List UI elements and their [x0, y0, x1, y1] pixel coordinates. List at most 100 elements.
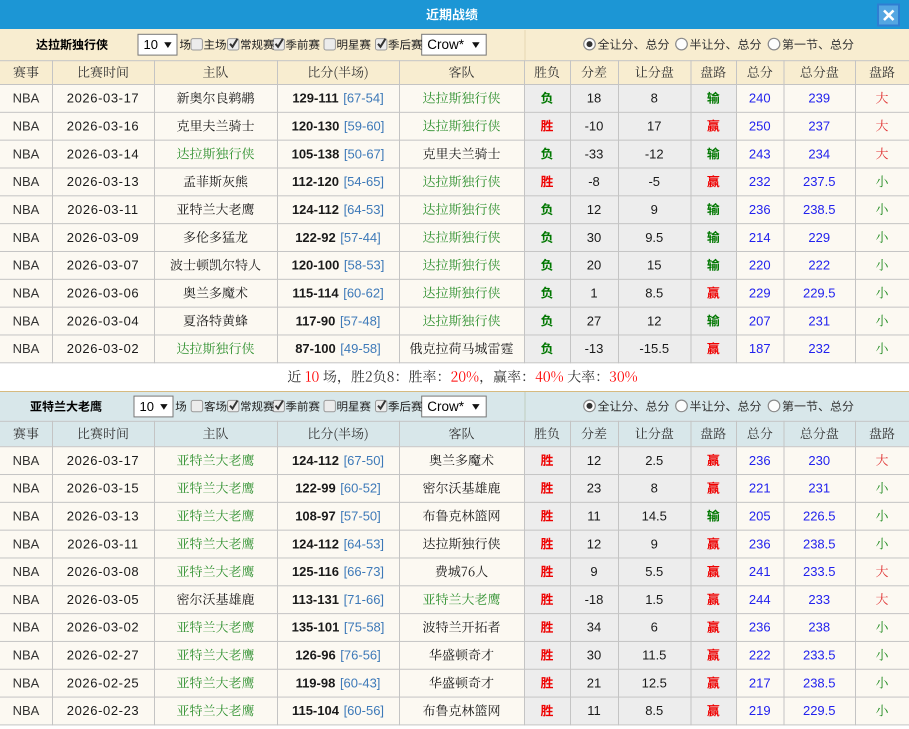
svg-text:23: 23 [587, 481, 601, 496]
svg-text:120-130 [59-60]: 120-130 [59-60] [292, 118, 385, 133]
svg-text:8: 8 [651, 91, 658, 106]
svg-text:222: 222 [808, 258, 830, 273]
svg-text:21: 21 [587, 675, 601, 690]
svg-text:2.5: 2.5 [645, 453, 663, 468]
svg-text:221: 221 [749, 481, 771, 496]
svg-text:9.5: 9.5 [645, 230, 663, 245]
svg-text:NBA: NBA [13, 620, 40, 635]
svg-text:229: 229 [808, 230, 830, 245]
svg-text:113-131 [71-66]: 113-131 [71-66] [292, 592, 384, 607]
svg-text:220: 220 [749, 258, 771, 273]
svg-text:NBA: NBA [13, 174, 40, 189]
svg-text:-5: -5 [648, 174, 660, 189]
svg-text:238.5: 238.5 [803, 202, 836, 217]
svg-text:238: 238 [808, 620, 830, 635]
svg-text:2026-03-11: 2026-03-11 [67, 202, 139, 217]
svg-text:NBA: NBA [13, 508, 40, 523]
svg-text:120-100 [58-53]: 120-100 [58-53] [292, 258, 385, 273]
svg-text:15: 15 [647, 258, 661, 273]
svg-text:205: 205 [749, 508, 771, 523]
svg-text:30: 30 [587, 648, 601, 663]
svg-text:NBA: NBA [13, 118, 40, 133]
svg-text:14.5: 14.5 [642, 508, 667, 523]
svg-text:233.5: 233.5 [803, 648, 836, 663]
svg-text:108-97 [57-50]: 108-97 [57-50] [295, 508, 381, 523]
svg-text:117-90 [57-48]: 117-90 [57-48] [296, 313, 381, 328]
svg-text:1: 1 [590, 285, 597, 300]
svg-text:238.5: 238.5 [803, 536, 836, 551]
svg-text:-18: -18 [585, 592, 604, 607]
svg-text:6: 6 [651, 620, 658, 635]
svg-text:NBA: NBA [13, 285, 40, 300]
svg-text:237.5: 237.5 [803, 174, 836, 189]
svg-text:9: 9 [651, 536, 658, 551]
svg-text:NBA: NBA [13, 258, 40, 273]
svg-text:234: 234 [808, 146, 830, 161]
svg-text:2026-03-11: 2026-03-11 [67, 536, 139, 551]
svg-text:229: 229 [749, 285, 771, 300]
svg-text:222: 222 [749, 648, 771, 663]
svg-text:241: 241 [749, 564, 771, 579]
svg-text:8.5: 8.5 [645, 703, 663, 718]
svg-text:231: 231 [808, 481, 830, 496]
svg-text:124-112 [67-50]: 124-112 [67-50] [292, 453, 384, 468]
svg-text:2026-03-17: 2026-03-17 [67, 91, 140, 106]
svg-text:2026-03-15: 2026-03-15 [67, 481, 140, 496]
svg-text:12: 12 [587, 536, 601, 551]
svg-text:87-100 [49-58]: 87-100 [49-58] [295, 341, 381, 356]
svg-text:9: 9 [651, 202, 658, 217]
svg-text:20: 20 [587, 258, 601, 273]
svg-text:NBA: NBA [13, 564, 40, 579]
svg-text:250: 250 [749, 118, 771, 133]
svg-text:2026-03-17: 2026-03-17 [67, 453, 140, 468]
svg-text:2026-03-08: 2026-03-08 [67, 564, 140, 579]
svg-text:NBA: NBA [13, 648, 40, 663]
svg-text:237: 237 [808, 118, 830, 133]
svg-text:2026-03-13: 2026-03-13 [67, 508, 140, 523]
svg-text:NBA: NBA [13, 91, 40, 106]
svg-text:219: 219 [749, 703, 771, 718]
svg-text:18: 18 [587, 91, 601, 106]
svg-text:239: 239 [808, 91, 830, 106]
svg-text:NBA: NBA [13, 146, 40, 161]
svg-text:129-111 [67-54]: 129-111 [67-54] [292, 91, 383, 106]
svg-text:217: 217 [749, 675, 771, 690]
svg-text:NBA: NBA [13, 202, 40, 217]
svg-text:12.5: 12.5 [642, 675, 667, 690]
svg-text:187: 187 [749, 341, 771, 356]
svg-text:238.5: 238.5 [803, 675, 836, 690]
svg-text:27: 27 [587, 313, 601, 328]
svg-text:-12: -12 [645, 146, 664, 161]
svg-text:229.5: 229.5 [803, 703, 836, 718]
svg-text:214: 214 [749, 230, 771, 245]
svg-text:126-96 [76-56]: 126-96 [76-56] [295, 648, 381, 663]
svg-text:2026-03-07: 2026-03-07 [67, 258, 140, 273]
svg-text:NBA: NBA [13, 536, 40, 551]
svg-text:Crow*: Crow* [427, 399, 465, 414]
svg-text:11.5: 11.5 [642, 648, 666, 663]
svg-text:236: 236 [749, 453, 771, 468]
svg-text:NBA: NBA [13, 481, 40, 496]
svg-text:Crow*: Crow* [427, 37, 465, 52]
svg-text:11: 11 [587, 508, 601, 523]
svg-text:-33: -33 [585, 146, 604, 161]
svg-text:2026-03-14: 2026-03-14 [67, 146, 140, 161]
svg-text:2026-03-13: 2026-03-13 [67, 174, 140, 189]
svg-text:240: 240 [749, 91, 771, 106]
svg-text:17: 17 [647, 118, 661, 133]
svg-text:-15.5: -15.5 [639, 341, 669, 356]
svg-text:232: 232 [808, 341, 830, 356]
svg-text:5.5: 5.5 [645, 564, 663, 579]
svg-text:105-138 [50-67]: 105-138 [50-67] [292, 146, 385, 161]
svg-text:NBA: NBA [13, 453, 40, 468]
svg-text:236: 236 [749, 536, 771, 551]
svg-text:236: 236 [749, 202, 771, 217]
svg-text:124-112 [64-53]: 124-112 [64-53] [292, 536, 384, 551]
svg-text:NBA: NBA [13, 675, 40, 690]
svg-text:NBA: NBA [13, 341, 40, 356]
svg-text:2026-03-05: 2026-03-05 [67, 592, 140, 607]
svg-text:122-92 [57-44]: 122-92 [57-44] [295, 230, 381, 245]
svg-text:2026-02-27: 2026-02-27 [67, 648, 140, 663]
svg-text:-8: -8 [588, 174, 600, 189]
svg-text:243: 243 [749, 146, 771, 161]
